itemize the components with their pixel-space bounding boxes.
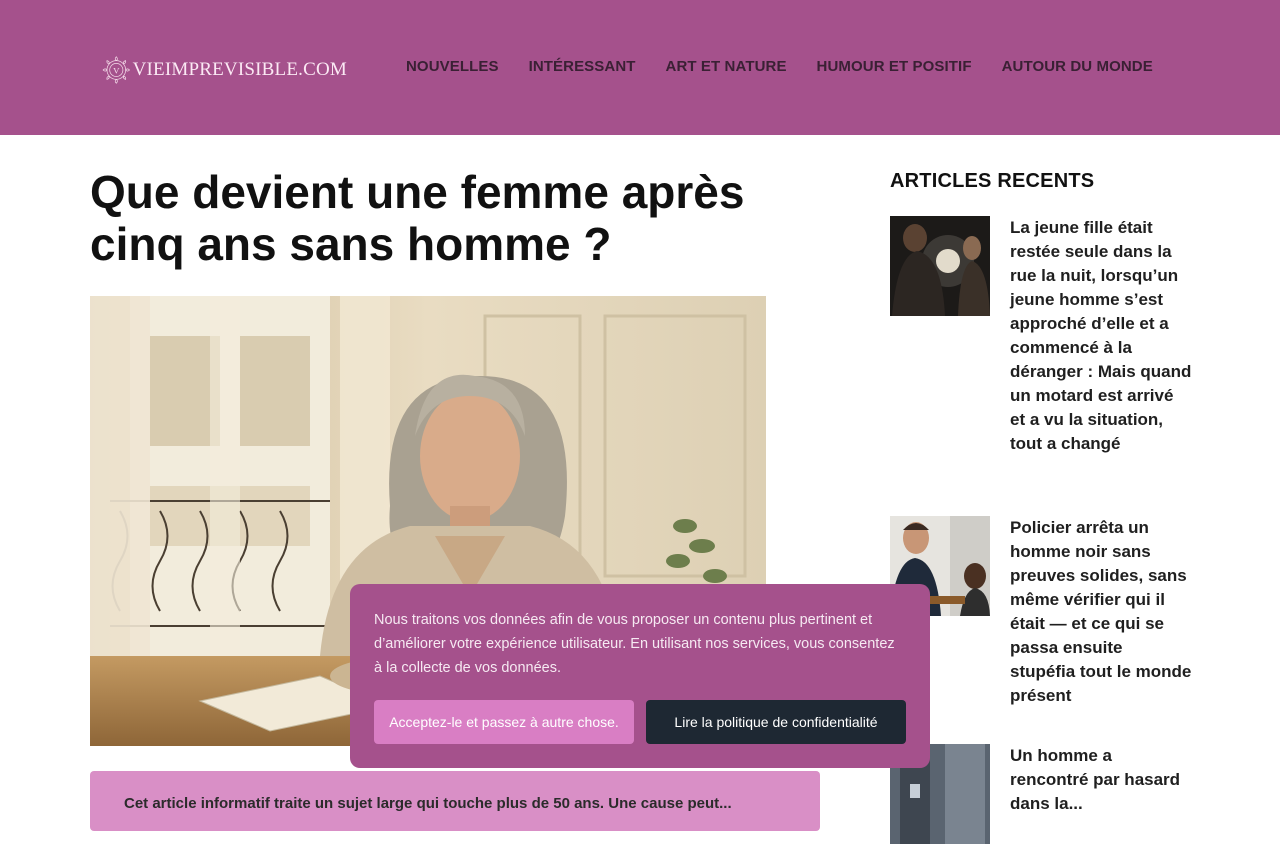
accept-cookies-button[interactable]: Acceptez-le et passez à autre chose. xyxy=(374,700,634,744)
logo-text: VIEIMPREVISIBLE.COM xyxy=(132,59,347,80)
nav-item-art-et-nature[interactable]: ART ET NATURE xyxy=(666,58,787,75)
nav-item-autour-du-monde[interactable]: AUTOUR DU MONDE xyxy=(1002,58,1153,75)
logo-letter: V xyxy=(113,65,120,75)
main-nav: NOUVELLES INTÉRESSANT ART ET NATURE HUMO… xyxy=(406,58,1183,75)
recent-article-thumbnail[interactable] xyxy=(890,216,990,316)
article-intro-text: Cet article informatif traite un sujet l… xyxy=(124,795,732,812)
article-title: Que devient une femme après cinq ans san… xyxy=(90,166,745,270)
article-intro-box: Cet article informatif traite un sujet l… xyxy=(90,771,820,831)
nav-item-nouvelles[interactable]: NOUVELLES xyxy=(406,58,499,75)
recent-article-title[interactable]: La jeune fille était restée seule dans l… xyxy=(1010,216,1192,456)
privacy-policy-button[interactable]: Lire la politique de confidentialité xyxy=(646,700,906,744)
site-logo[interactable]: V VIEIMPREVISIBLE.COM xyxy=(102,42,347,98)
recent-article-title[interactable]: Policier arrêta un homme noir sans preuv… xyxy=(1010,516,1192,708)
site-header: V VIEIMPREVISIBLE.COM NOUVELLES INTÉRESS… xyxy=(0,0,1280,135)
nav-item-interessant[interactable]: INTÉRESSANT xyxy=(529,58,636,75)
nav-item-humour-et-positif[interactable]: HUMOUR ET POSITIF xyxy=(817,58,972,75)
sidebar-heading: ARTICLES RECENTS xyxy=(890,170,1095,192)
logo-emblem-icon: V xyxy=(102,56,131,84)
cookie-consent-text: Nous traitons vos données afin de vous p… xyxy=(374,612,895,676)
recent-article-title[interactable]: Un homme a rencontré par hasard dans la.… xyxy=(1010,744,1192,816)
cookie-consent-banner: Nous traitons vos données afin de vous p… xyxy=(350,584,930,768)
